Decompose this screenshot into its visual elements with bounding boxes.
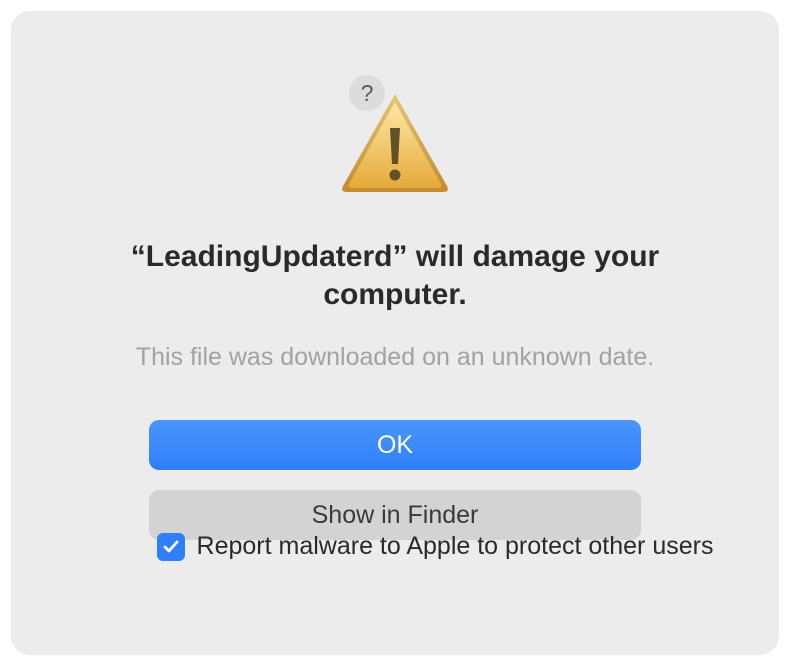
title-app-name: LeadingUpdaterd bbox=[146, 240, 393, 273]
ok-button-label: OK bbox=[377, 431, 413, 460]
checkmark-icon bbox=[161, 537, 181, 557]
report-malware-label[interactable]: Report malware to Apple to protect other… bbox=[197, 532, 714, 561]
ok-button[interactable]: OK bbox=[149, 420, 641, 470]
alert-dialog: ? “LeadingUpdaterd” will damage your com… bbox=[12, 12, 778, 654]
report-malware-checkbox[interactable] bbox=[157, 533, 185, 561]
dialog-title: “LeadingUpdaterd” will damage your compu… bbox=[95, 238, 695, 313]
show-in-finder-label: Show in Finder bbox=[312, 501, 479, 530]
warning-icon bbox=[335, 88, 455, 203]
report-malware-row: Report malware to Apple to protect other… bbox=[157, 532, 714, 561]
dialog-subtitle: This file was downloaded on an unknown d… bbox=[136, 343, 654, 372]
title-quote-open: “ bbox=[131, 240, 146, 273]
